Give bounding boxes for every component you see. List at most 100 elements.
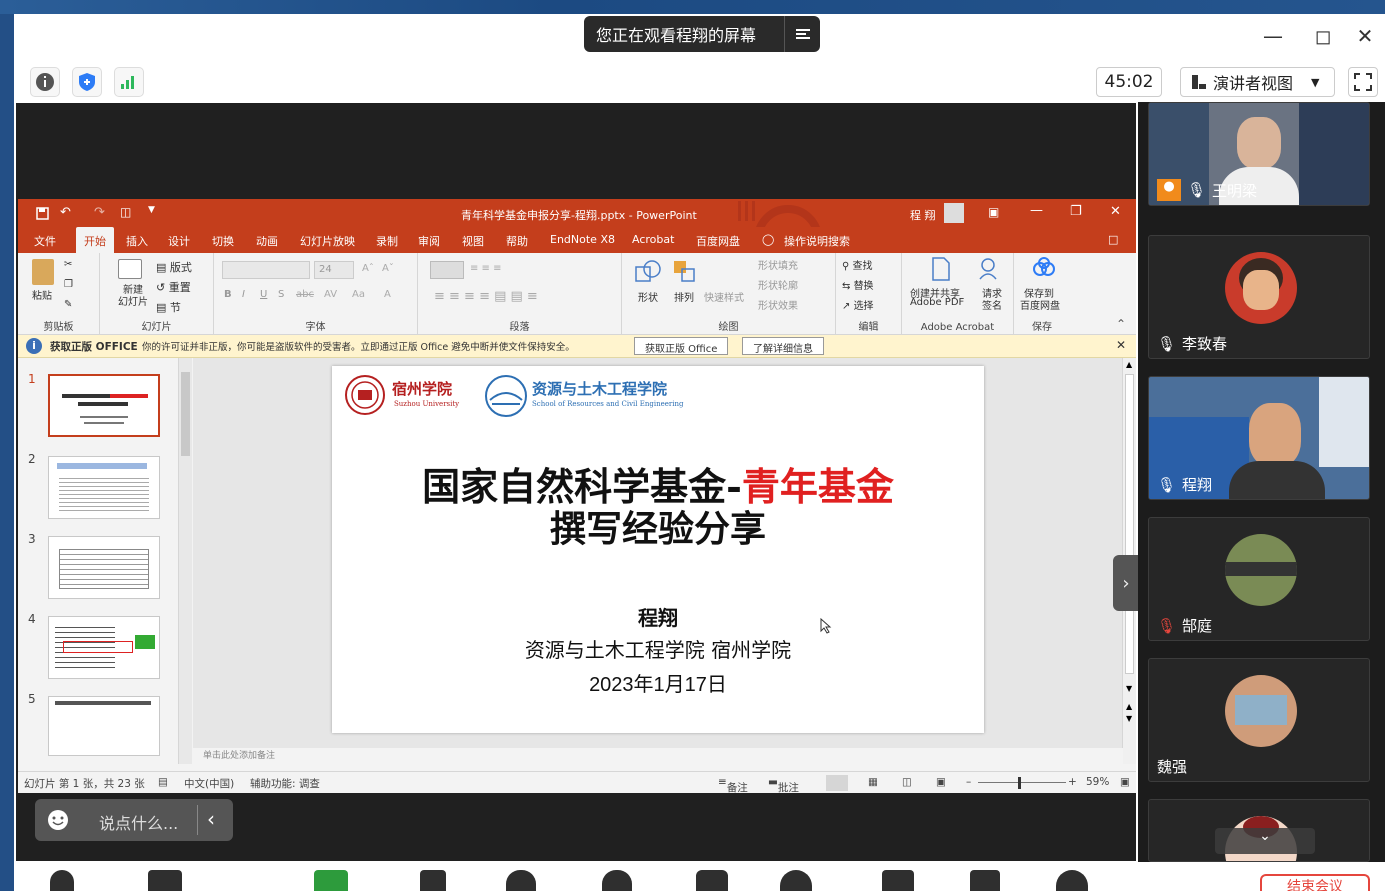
case-icon[interactable]: Aa xyxy=(352,289,365,300)
bullet-list-icon[interactable] xyxy=(430,261,464,279)
format-painter-icon[interactable]: ✎ xyxy=(64,299,72,310)
next-slide-icon[interactable]: ▼ xyxy=(1126,714,1132,723)
chat-icon[interactable] xyxy=(696,870,728,891)
tab-animations[interactable]: 动画 xyxy=(256,233,278,249)
security-shield-icon[interactable] xyxy=(72,67,102,97)
slide-thumb-1[interactable] xyxy=(48,374,160,437)
notes-button[interactable]: ≡ 备注 xyxy=(718,776,748,794)
emoji-icon[interactable] xyxy=(47,809,69,831)
zoom-slider-handle[interactable] xyxy=(1018,777,1021,789)
participant-tile[interactable]: ● 🎙 王明梁 xyxy=(1148,102,1370,206)
maximize-icon[interactable]: ◻ xyxy=(1308,24,1338,48)
zoom-in-icon[interactable]: + xyxy=(1068,776,1077,788)
tab-record[interactable]: 录制 xyxy=(376,233,398,249)
tab-design[interactable]: 设计 xyxy=(168,233,190,249)
font-size-select[interactable]: 24 xyxy=(314,261,354,279)
zoom-slider[interactable] xyxy=(978,782,1066,783)
apps-icon[interactable] xyxy=(970,870,1000,891)
slideshow-start-icon[interactable]: ◫ xyxy=(120,205,131,219)
participant-tile[interactable]: 🎙 程翔 xyxy=(1148,376,1370,500)
quick-style-label[interactable]: 快速样式 xyxy=(704,289,744,304)
participant-tile[interactable]: ⌄ xyxy=(1148,799,1370,862)
end-meeting-button[interactable]: 结束会议 xyxy=(1260,874,1370,891)
comment-icon[interactable]: □ xyxy=(1108,233,1118,246)
slide-scroll-thumb[interactable] xyxy=(1125,374,1134,674)
bold-icon[interactable]: B xyxy=(224,289,232,300)
slide-thumb-3[interactable] xyxy=(48,536,160,599)
slideshow-view-icon[interactable]: ▣ xyxy=(936,776,946,788)
viewing-share-banner[interactable]: 您正在观看程翔的屏幕 xyxy=(584,16,820,52)
reading-view-icon[interactable]: ◫ xyxy=(902,776,912,788)
participant-tile[interactable]: 🎙 李致春 xyxy=(1148,235,1370,359)
numbered-list-icon[interactable]: ≡ ≡ ≡ xyxy=(470,263,502,274)
record-icon[interactable] xyxy=(780,870,812,891)
align-icons[interactable]: ≡ ≡ ≡ ≡ ▤ ▤ ≡ xyxy=(434,289,538,304)
get-genuine-button[interactable]: 获取正版 Office xyxy=(634,337,729,355)
slide-thumb-2[interactable] xyxy=(48,456,160,519)
fullscreen-icon[interactable] xyxy=(1348,67,1378,97)
grow-font-icon[interactable]: Aˆ xyxy=(362,263,374,274)
tab-file[interactable]: 文件 xyxy=(34,233,56,249)
strike-icon[interactable]: abc xyxy=(296,289,314,300)
invite-icon[interactable] xyxy=(602,870,632,891)
qat-more-icon[interactable]: ▼ xyxy=(148,205,155,215)
tab-transitions[interactable]: 切换 xyxy=(212,233,234,249)
ppt-user-name[interactable]: 程 翔 xyxy=(910,207,936,223)
fit-slide-icon[interactable]: ▣ xyxy=(1120,776,1130,788)
participants-icon[interactable] xyxy=(506,870,536,891)
arrange-icon[interactable] xyxy=(672,259,698,285)
expand-panel-button[interactable]: › xyxy=(1113,555,1139,611)
notes-pane[interactable]: 单击此处添加备注 xyxy=(193,748,1123,764)
scroll-down-icon[interactable]: ▼ xyxy=(1126,684,1132,693)
tab-view[interactable]: 视图 xyxy=(462,233,484,249)
cut-icon[interactable]: ✂ xyxy=(64,259,72,270)
shape-outline-button[interactable]: 形状轮廓 xyxy=(758,277,798,292)
tab-home[interactable]: 开始 xyxy=(76,227,114,256)
network-signal-icon[interactable] xyxy=(114,67,144,97)
sorter-view-icon[interactable]: ▦ xyxy=(868,776,878,788)
find-button[interactable]: ⚲ 查找 xyxy=(842,257,873,272)
zoom-percent[interactable]: 59% xyxy=(1086,776,1109,788)
shapes-icon[interactable] xyxy=(634,259,662,285)
view-mode-dropdown[interactable]: 演讲者视图 ▼ xyxy=(1180,67,1335,97)
paste-icon[interactable] xyxy=(32,259,54,285)
new-slide-icon[interactable] xyxy=(118,259,142,279)
zoom-out-icon[interactable]: – xyxy=(966,776,971,788)
request-sign-icon[interactable] xyxy=(978,257,1002,281)
slide-thumb-5[interactable] xyxy=(48,696,160,756)
select-button[interactable]: ↗ 选择 xyxy=(842,297,874,312)
font-color-icon[interactable]: A xyxy=(384,289,391,300)
info-icon[interactable] xyxy=(30,67,60,97)
slide-thumb-4[interactable] xyxy=(48,616,160,679)
scroll-thumb[interactable] xyxy=(181,372,190,456)
new-slide-label[interactable]: 新建 幻灯片 xyxy=(118,285,148,309)
create-pdf-icon[interactable] xyxy=(930,257,952,281)
redo-icon[interactable]: ↷ xyxy=(94,205,105,220)
minimize-icon[interactable]: — xyxy=(1258,24,1288,48)
reset-button[interactable]: ↺ 重置 xyxy=(156,279,191,295)
tell-me-search[interactable]: 操作说明搜索 xyxy=(784,233,850,249)
layout-button[interactable]: ▤ 版式 xyxy=(156,259,192,275)
share-screen-icon[interactable] xyxy=(314,870,348,891)
shape-effect-button[interactable]: 形状效果 xyxy=(758,297,798,312)
spacing-icon[interactable]: AV xyxy=(324,289,337,300)
ppt-restore-icon[interactable]: ❐ xyxy=(1070,204,1082,219)
tab-acrobat[interactable]: Acrobat xyxy=(632,233,674,246)
font-family-select[interactable] xyxy=(222,261,310,279)
notice-close-icon[interactable]: ✕ xyxy=(1116,338,1126,352)
accessibility-label[interactable]: 辅助功能: 调查 xyxy=(250,776,320,791)
tab-slideshow[interactable]: 幻灯片放映 xyxy=(300,233,355,249)
ribbon-display-icon[interactable]: ▣ xyxy=(988,205,999,219)
prev-slide-icon[interactable]: ▲ xyxy=(1126,702,1132,711)
learn-more-button[interactable]: 了解详细信息 xyxy=(742,337,824,355)
collapse-ribbon-icon[interactable]: ⌃ xyxy=(1116,317,1126,331)
ppt-close-icon[interactable]: ✕ xyxy=(1110,204,1121,219)
underline-icon[interactable]: U xyxy=(260,289,267,300)
copy-icon[interactable]: ❐ xyxy=(64,279,73,290)
scroll-up-icon[interactable]: ▲ xyxy=(1126,360,1132,369)
scroll-down-chevron-icon[interactable]: ⌄ xyxy=(1215,828,1315,854)
tab-endnote[interactable]: EndNote X8 xyxy=(550,233,615,246)
security-icon[interactable] xyxy=(420,870,446,891)
shrink-font-icon[interactable]: Aˇ xyxy=(382,263,394,274)
chevron-left-icon[interactable]: ‹ xyxy=(207,807,215,831)
